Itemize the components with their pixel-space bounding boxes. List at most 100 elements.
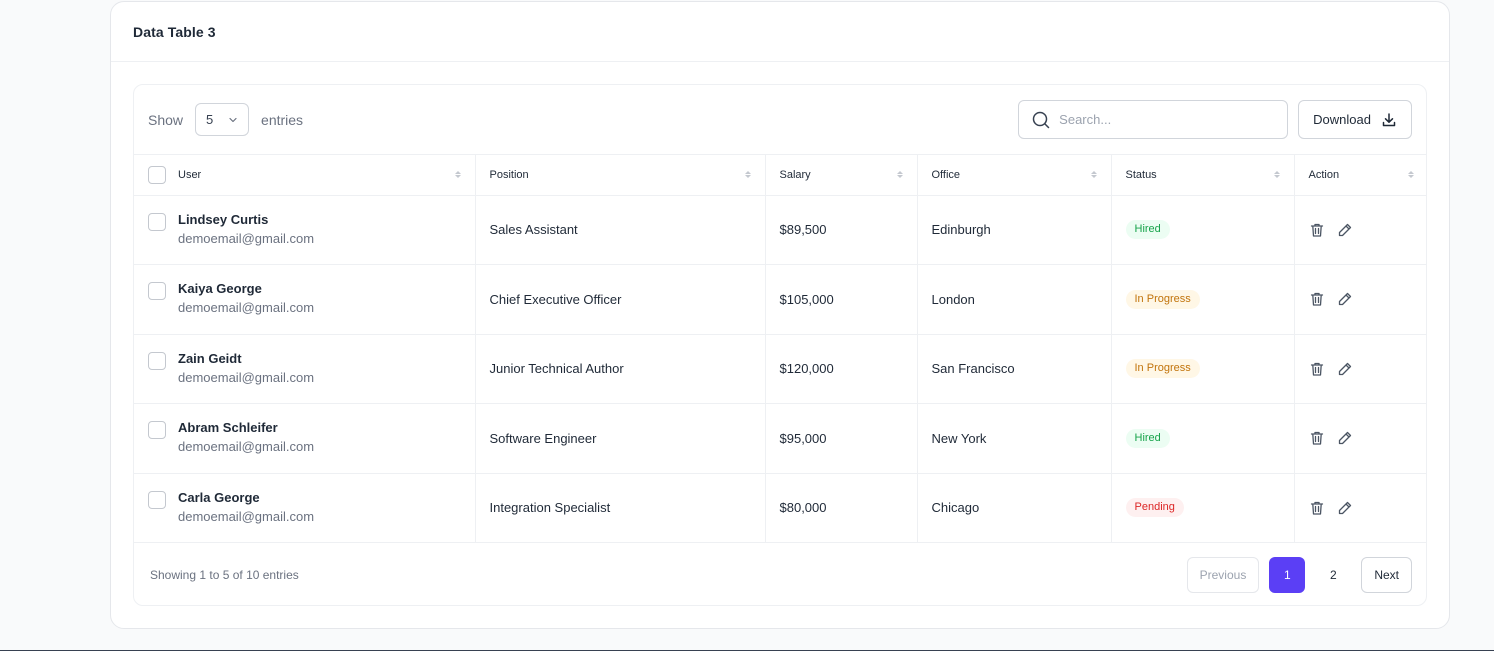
row-checkbox[interactable] [148,351,166,370]
download-button[interactable]: Download [1298,100,1412,139]
position-cell: Junior Technical Author [475,334,766,404]
column-header-salary[interactable]: Salary [765,155,918,196]
row-checkbox[interactable] [148,282,166,301]
status-cell: Hired [1111,403,1295,474]
page-button-1[interactable]: 1 [1269,556,1306,593]
trash-icon[interactable] [1309,222,1325,238]
user-cell: Lindsey Curtis demoemail@gmail.com [134,195,476,265]
entries-info: Showing 1 to 5 of 10 entries [150,567,299,582]
status-badge: In Progress [1125,359,1200,379]
salary-cell: $89,500 [765,195,918,265]
status-badge: In Progress [1125,289,1200,309]
table-container: Show 5 entries Dow [133,84,1427,606]
previous-button[interactable]: Previous [1186,556,1260,593]
entries-label: entries [261,111,304,128]
status-cell: In Progress [1111,264,1295,335]
entries-select-value: 5 [206,112,214,127]
salary-cell: $120,000 [765,334,918,404]
search-input[interactable] [1059,112,1260,127]
office-cell: London [917,264,1112,335]
column-label-status: Status [1125,168,1157,181]
user-cell: Abram Schleifer demoemail@gmail.com [134,403,476,474]
user-name: Zain Geidt [178,350,242,366]
search-box [1018,100,1289,139]
user-name: Kaiya George [178,281,262,297]
action-cell [1294,264,1426,335]
row-checkbox[interactable] [148,212,166,231]
table-toolbar: Show 5 entries Dow [134,85,1426,155]
user-email: demoemail@gmail.com [178,230,315,246]
pencil-icon[interactable] [1337,430,1353,446]
status-badge: Hired [1125,220,1170,240]
column-header-status[interactable]: Status [1111,155,1295,196]
pencil-icon[interactable] [1337,222,1353,238]
column-header-office[interactable]: Office [917,155,1112,196]
status-cell: Pending [1111,473,1295,543]
sort-icon[interactable] [1408,171,1414,179]
table-footer: Showing 1 to 5 of 10 entries Previous 1 … [134,543,1426,605]
status-cell: In Progress [1111,334,1295,404]
salary-cell: $105,000 [765,264,918,335]
data-table: User Position Salary Office Status Actio… [134,155,1426,543]
user-email: demoemail@gmail.com [178,300,315,316]
user-email: demoemail@gmail.com [178,369,315,385]
data-table-card: Data Table 3 Show 5 entries Search... Do… [110,1,1450,629]
position-cell: Integration Specialist [475,473,766,543]
pencil-icon[interactable] [1337,500,1353,516]
status-badge: Hired [1125,428,1170,448]
column-label-position: Position [489,168,529,181]
salary-cell: $95,000 [765,403,918,474]
table-row: Carla George demoemail@gmail.com Integra… [134,473,1426,543]
card-title: Data Table 3 [133,23,216,40]
download-label: Download [1313,112,1371,127]
user-name: Carla George [178,489,260,505]
sort-icon[interactable] [896,171,903,179]
column-header-user[interactable]: User [134,155,476,196]
chevron-down-icon [229,117,237,122]
table-row: Abram Schleifer demoemail@gmail.com Soft… [134,403,1426,474]
table-row: Kaiya George demoemail@gmail.com Chief E… [134,264,1426,335]
entries-control: Show 5 entries [148,103,303,136]
user-name: Lindsey Curtis [178,211,269,227]
column-header-action[interactable]: Action [1294,155,1426,196]
table-row: Lindsey Curtis demoemail@gmail.com Sales… [134,195,1426,265]
action-cell [1294,473,1426,543]
office-cell: Edinburgh [917,195,1112,265]
row-checkbox[interactable] [148,490,166,509]
user-cell: Zain Geidt demoemail@gmail.com [134,334,476,404]
user-email: demoemail@gmail.com [178,439,315,455]
column-label-user: User [178,168,202,181]
salary-cell: $80,000 [765,473,918,543]
user-name: Abram Schleifer [178,420,278,436]
trash-icon[interactable] [1309,500,1325,516]
search-icon [1032,111,1050,128]
sort-icon[interactable] [1273,171,1280,179]
trash-icon[interactable] [1309,430,1325,446]
pagination: Previous 1 2 Next [1186,556,1412,593]
next-button[interactable]: Next [1361,556,1412,593]
card-header: Data Table 3 [111,2,1449,62]
position-cell: Sales Assistant [475,195,766,265]
action-cell [1294,334,1426,404]
column-label-office: Office [931,168,961,181]
position-cell: Chief Executive Officer [475,264,766,335]
table-row: Zain Geidt demoemail@gmail.com Junior Te… [134,334,1426,404]
show-label: Show [148,111,184,128]
trash-icon[interactable] [1309,361,1325,377]
sort-icon[interactable] [1090,171,1097,179]
pencil-icon[interactable] [1337,361,1353,377]
sort-icon[interactable] [454,171,461,179]
action-cell [1294,195,1426,265]
select-all-checkbox[interactable] [148,165,166,184]
column-label-salary: Salary [779,168,811,181]
sort-icon[interactable] [744,171,751,179]
row-checkbox[interactable] [148,421,166,440]
trash-icon[interactable] [1309,291,1325,307]
column-header-position[interactable]: Position [475,155,766,196]
page-button-2[interactable]: 2 [1315,557,1351,593]
pencil-icon[interactable] [1337,291,1353,307]
download-icon [1382,112,1396,126]
entries-select[interactable]: 5 [195,103,250,136]
action-cell [1294,403,1426,474]
position-cell: Software Engineer [475,403,766,474]
